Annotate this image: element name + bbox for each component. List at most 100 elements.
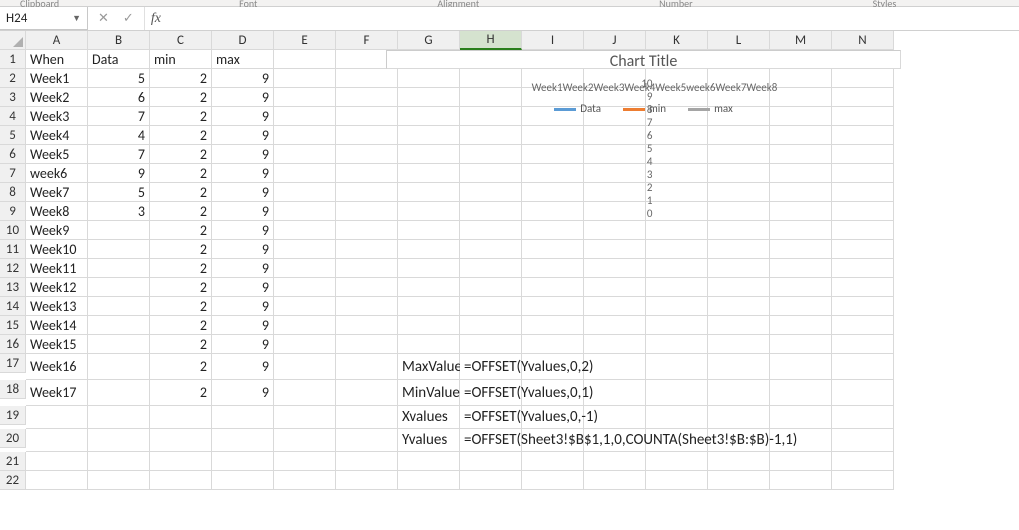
cell-F11[interactable] <box>336 240 398 259</box>
row-header-8[interactable]: 8 <box>0 183 26 202</box>
cell-L6[interactable] <box>708 145 770 164</box>
cell-L12[interactable] <box>708 259 770 278</box>
cell-C12[interactable]: 2 <box>150 259 212 278</box>
cell-C21[interactable] <box>150 452 212 471</box>
column-header-H[interactable]: H <box>460 31 522 50</box>
cell-L10[interactable] <box>708 221 770 240</box>
column-header-L[interactable]: L <box>708 31 770 50</box>
cell-A6[interactable]: Week5 <box>26 145 88 164</box>
cell-A22[interactable] <box>26 471 88 490</box>
cell-A19[interactable] <box>26 406 88 429</box>
cell-N16[interactable] <box>832 335 894 354</box>
row-header-21[interactable]: 21 <box>0 452 26 471</box>
cell-H5[interactable] <box>460 126 522 145</box>
cell-L17[interactable] <box>708 354 770 380</box>
cell-F9[interactable] <box>336 202 398 221</box>
cell-I12[interactable] <box>522 259 584 278</box>
cell-D13[interactable]: 9 <box>212 278 274 297</box>
row-header-19[interactable]: 19 <box>0 406 26 425</box>
row-header-3[interactable]: 3 <box>0 88 26 107</box>
cell-H18[interactable]: =OFFSET(Yvalues,0,1) <box>460 380 522 406</box>
cell-C8[interactable]: 2 <box>150 183 212 202</box>
cell-J21[interactable] <box>584 452 646 471</box>
cell-N15[interactable] <box>832 316 894 335</box>
cell-G21[interactable] <box>398 452 460 471</box>
cell-H12[interactable] <box>460 259 522 278</box>
cell-B7[interactable]: 9 <box>88 164 150 183</box>
cell-C20[interactable] <box>150 429 212 452</box>
cell-H4[interactable] <box>460 107 522 126</box>
column-header-D[interactable]: D <box>212 31 274 50</box>
cell-N18[interactable] <box>832 380 894 406</box>
cell-I5[interactable] <box>522 126 584 145</box>
cell-L15[interactable] <box>708 316 770 335</box>
cell-N11[interactable] <box>832 240 894 259</box>
row-header-22[interactable]: 22 <box>0 471 26 490</box>
cell-D12[interactable]: 9 <box>212 259 274 278</box>
cell-M9[interactable] <box>770 202 832 221</box>
cell-G8[interactable] <box>398 183 460 202</box>
cell-G20[interactable]: Yvalues <box>398 429 460 452</box>
cell-B8[interactable]: 5 <box>88 183 150 202</box>
cell-E6[interactable] <box>274 145 336 164</box>
cell-M11[interactable] <box>770 240 832 259</box>
cell-M19[interactable] <box>770 406 832 429</box>
cell-M17[interactable] <box>770 354 832 380</box>
row-header-20[interactable]: 20 <box>0 429 26 448</box>
column-header-G[interactable]: G <box>398 31 460 50</box>
cell-H16[interactable] <box>460 335 522 354</box>
cell-E7[interactable] <box>274 164 336 183</box>
cell-F17[interactable] <box>336 354 398 380</box>
cell-J15[interactable] <box>584 316 646 335</box>
cell-H20[interactable]: =OFFSET(Sheet3!$B$1,1,0,COUNTA(Sheet3!$B… <box>460 429 522 452</box>
column-header-I[interactable]: I <box>522 31 584 50</box>
cell-I6[interactable] <box>522 145 584 164</box>
cell-A1[interactable]: When <box>26 50 88 69</box>
cell-E12[interactable] <box>274 259 336 278</box>
cell-K12[interactable] <box>646 259 708 278</box>
cell-G3[interactable] <box>398 88 460 107</box>
cell-L11[interactable] <box>708 240 770 259</box>
cell-F6[interactable] <box>336 145 398 164</box>
cell-F19[interactable] <box>336 406 398 429</box>
cell-M10[interactable] <box>770 221 832 240</box>
cell-J14[interactable] <box>584 297 646 316</box>
cell-D21[interactable] <box>212 452 274 471</box>
cell-C7[interactable]: 2 <box>150 164 212 183</box>
cell-K21[interactable] <box>646 452 708 471</box>
row-header-12[interactable]: 12 <box>0 259 26 278</box>
cell-K8[interactable] <box>646 183 708 202</box>
cell-G2[interactable] <box>398 69 460 88</box>
cell-G13[interactable] <box>398 278 460 297</box>
cell-K19[interactable] <box>646 406 708 429</box>
row-header-9[interactable]: 9 <box>0 202 26 221</box>
cell-M21[interactable] <box>770 452 832 471</box>
cell-G10[interactable] <box>398 221 460 240</box>
cell-L8[interactable] <box>708 183 770 202</box>
cell-F8[interactable] <box>336 183 398 202</box>
row-header-2[interactable]: 2 <box>0 69 26 88</box>
cell-K18[interactable] <box>646 380 708 406</box>
cell-F3[interactable] <box>336 88 398 107</box>
cell-M2[interactable] <box>770 69 832 88</box>
legend-Data[interactable]: Data <box>554 102 601 115</box>
cell-G4[interactable] <box>398 107 460 126</box>
cell-G19[interactable]: Xvalues <box>398 406 460 429</box>
cell-E8[interactable] <box>274 183 336 202</box>
cell-N13[interactable] <box>832 278 894 297</box>
cell-E3[interactable] <box>274 88 336 107</box>
cell-L14[interactable] <box>708 297 770 316</box>
cell-H15[interactable] <box>460 316 522 335</box>
row-header-15[interactable]: 15 <box>0 316 26 335</box>
cell-D7[interactable]: 9 <box>212 164 274 183</box>
cell-A13[interactable]: Week12 <box>26 278 88 297</box>
cell-K14[interactable] <box>646 297 708 316</box>
cell-F15[interactable] <box>336 316 398 335</box>
cell-G6[interactable] <box>398 145 460 164</box>
chevron-down-icon[interactable]: ▼ <box>72 13 81 24</box>
cell-B21[interactable] <box>88 452 150 471</box>
cell-I22[interactable] <box>522 471 584 490</box>
cell-A9[interactable]: Week8 <box>26 202 88 221</box>
cell-L13[interactable] <box>708 278 770 297</box>
cell-A16[interactable]: Week15 <box>26 335 88 354</box>
